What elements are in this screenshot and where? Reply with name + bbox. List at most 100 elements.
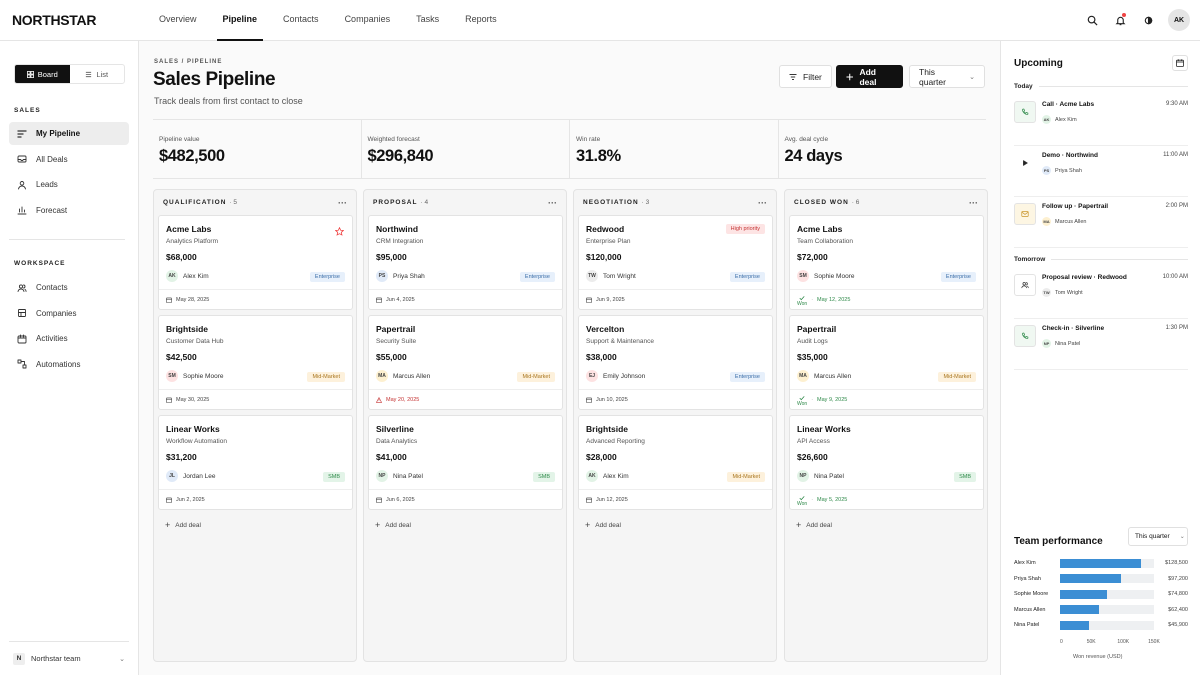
deal-product: Data Analytics: [376, 438, 418, 445]
sidebar-item-label: Leads: [36, 180, 58, 189]
user-avatar[interactable]: AK: [1168, 9, 1190, 31]
list-view-button[interactable]: List: [70, 65, 125, 83]
deal-amount: $72,000: [797, 252, 828, 262]
deal-card[interactable]: Redwood Enterprise Plan $120,000 TW Tom Wrig…: [578, 215, 773, 310]
deal-card[interactable]: Brightside Advanced Reporting $28,000 AK Ale…: [578, 415, 773, 510]
deal-card[interactable]: Linear Works Workflow Automation $31,200 JL…: [158, 415, 353, 510]
add-deal-link[interactable]: + Add deal: [796, 520, 832, 530]
add-deal-link[interactable]: + Add deal: [585, 520, 621, 530]
bar-track: [1060, 605, 1154, 615]
event-item[interactable]: Follow up · Papertrail 2:00 PM MA Marcus Al…: [1014, 197, 1188, 248]
add-deal-button[interactable]: Add deal: [836, 65, 903, 88]
more-options-icon[interactable]: ···: [758, 198, 767, 208]
board-view-button[interactable]: Board: [15, 65, 70, 83]
owner-avatar: SM: [797, 270, 809, 282]
deal-card[interactable]: Silverline Data Analytics $41,000 NP Nina Pa…: [368, 415, 563, 510]
deal-footer: Won · May 12, 2025: [790, 289, 983, 310]
more-options-icon[interactable]: ···: [338, 198, 347, 208]
calendar-icon: [586, 497, 592, 503]
nav-pipeline[interactable]: Pipeline: [216, 0, 264, 41]
event-time: 2:00 PM: [1165, 203, 1188, 209]
automation-icon: [17, 359, 27, 369]
deal-card[interactable]: Northwind CRM Integration $95,000 PS Priya S…: [368, 215, 563, 310]
sidebar-item-activities[interactable]: Activities: [9, 327, 129, 350]
nav-tasks[interactable]: Tasks: [410, 0, 445, 41]
deal-footer: Jun 10, 2025: [579, 389, 772, 410]
deal-footer: Jun 6, 2025: [369, 489, 562, 510]
segment-badge: Enterprise: [729, 272, 765, 282]
event-item[interactable]: Call · Acme Labs 9:30 AM AK Alex Kim: [1014, 95, 1188, 146]
deal-card[interactable]: Acme Labs Analytics Platform $68,000 AK Alex…: [158, 215, 353, 310]
today-label: Today: [1014, 83, 1033, 90]
bell-icon[interactable]: [1108, 8, 1132, 32]
segment-badge: Enterprise: [519, 272, 555, 282]
sidebar-item-my-pipeline[interactable]: My Pipeline: [9, 122, 129, 145]
nav-overview[interactable]: Overview: [153, 0, 203, 41]
add-deal-link[interactable]: + Add deal: [375, 520, 411, 530]
sidebar-item-all-deals[interactable]: All Deals: [9, 148, 129, 171]
nav-companies[interactable]: Companies: [339, 0, 397, 41]
main-content: SALES / PIPELINE Sales Pipeline Track de…: [139, 41, 1000, 675]
bar-row: Nina Patel $45,900: [1014, 620, 1188, 630]
deal-name: Silverline: [376, 424, 414, 434]
deal-card[interactable]: Papertrail Security Suite $55,000 MA Marcus …: [368, 315, 563, 410]
stat-value: $482,500: [159, 147, 225, 165]
deal-amount: $120,000: [586, 252, 622, 262]
team-switcher[interactable]: N Northstar team ⌄: [9, 641, 129, 675]
deal-card[interactable]: Brightside Customer Data Hub $42,500 SM Soph…: [158, 315, 353, 410]
stat-value: 24 days: [784, 147, 843, 165]
event-item[interactable]: Check-in · Silverline 1:30 PM NP Nina Patel: [1014, 319, 1188, 370]
stat-label: Win rate: [576, 136, 601, 143]
filter-button[interactable]: Filter: [779, 65, 832, 88]
bar: [1060, 574, 1121, 584]
column-count: · 4: [420, 199, 429, 206]
deal-amount: $35,000: [797, 352, 828, 362]
app-logo[interactable]: NORTHSTAR: [12, 12, 96, 28]
more-options-icon[interactable]: ···: [969, 198, 978, 208]
search-icon[interactable]: [1080, 8, 1104, 32]
add-deal-label: Add deal: [175, 521, 201, 529]
event-title: Check-in · Silverline: [1042, 325, 1105, 332]
sidebar-item-forecast[interactable]: Forecast: [9, 199, 129, 222]
filter-icon: [789, 73, 797, 80]
deal-card[interactable]: Acme Labs Team Collaboration $72,000 SM Soph…: [789, 215, 984, 310]
star-icon[interactable]: [334, 223, 345, 236]
team-avatar: N: [13, 652, 25, 665]
deal-product: Support & Maintenance: [586, 338, 654, 345]
team-period-select[interactable]: This quarter ⌄: [1128, 527, 1188, 546]
sidebar-item-leads[interactable]: Leads: [9, 173, 129, 196]
deal-product: Team Collaboration: [797, 238, 854, 245]
phone-icon: [1014, 101, 1036, 123]
bar-row: Priya Shah $97,200: [1014, 574, 1188, 584]
segment-badge: SMB: [533, 472, 555, 482]
main-nav: Overview Pipeline Contacts Companies Tasks Re…: [153, 0, 517, 41]
theme-icon[interactable]: [1136, 8, 1160, 32]
nav-reports[interactable]: Reports: [459, 0, 503, 41]
sidebar-item-companies[interactable]: Companies: [9, 302, 129, 325]
stats-row: Pipeline value $482,500 Weighted forecast $…: [153, 119, 986, 179]
more-options-icon[interactable]: ···: [548, 198, 557, 208]
deal-product: API Access: [797, 438, 830, 445]
deal-card[interactable]: Linear Works API Access $26,600 NP Nina Pate…: [789, 415, 984, 510]
deal-owner: NP Nina Patel: [797, 470, 844, 482]
deal-card[interactable]: Vercelton Support & Maintenance $38,000 EJ E…: [578, 315, 773, 410]
add-deal-link[interactable]: + Add deal: [165, 520, 201, 530]
period-select[interactable]: This quarter ⌄: [909, 65, 985, 88]
event-item[interactable]: Demo · Northwind 11:00 AM PS Priya Shah: [1014, 146, 1188, 197]
bar-track: [1060, 589, 1154, 599]
person-avatar: NP: [1042, 339, 1051, 348]
event-item[interactable]: Proposal review · Redwood 10:00 AM TW Tom W…: [1014, 268, 1188, 319]
owner-avatar: MA: [376, 370, 388, 382]
sidebar-item-label: Companies: [36, 308, 77, 318]
deal-product: Security Suite: [376, 338, 417, 345]
stat-label: Weighted forecast: [367, 136, 420, 143]
calendar-button[interactable]: [1172, 55, 1188, 71]
owner-avatar: NP: [376, 470, 388, 482]
sidebar-item-automations[interactable]: Automations: [9, 353, 129, 376]
pipeline-icon: [17, 129, 27, 139]
nav-contacts[interactable]: Contacts: [277, 0, 325, 41]
won-label: Won: [797, 301, 808, 307]
sidebar-item-contacts[interactable]: Contacts: [9, 276, 129, 299]
deal-name: Brightside: [166, 324, 209, 334]
deal-card[interactable]: Papertrail Audit Logs $35,000 MA Marcus Alle…: [789, 315, 984, 410]
